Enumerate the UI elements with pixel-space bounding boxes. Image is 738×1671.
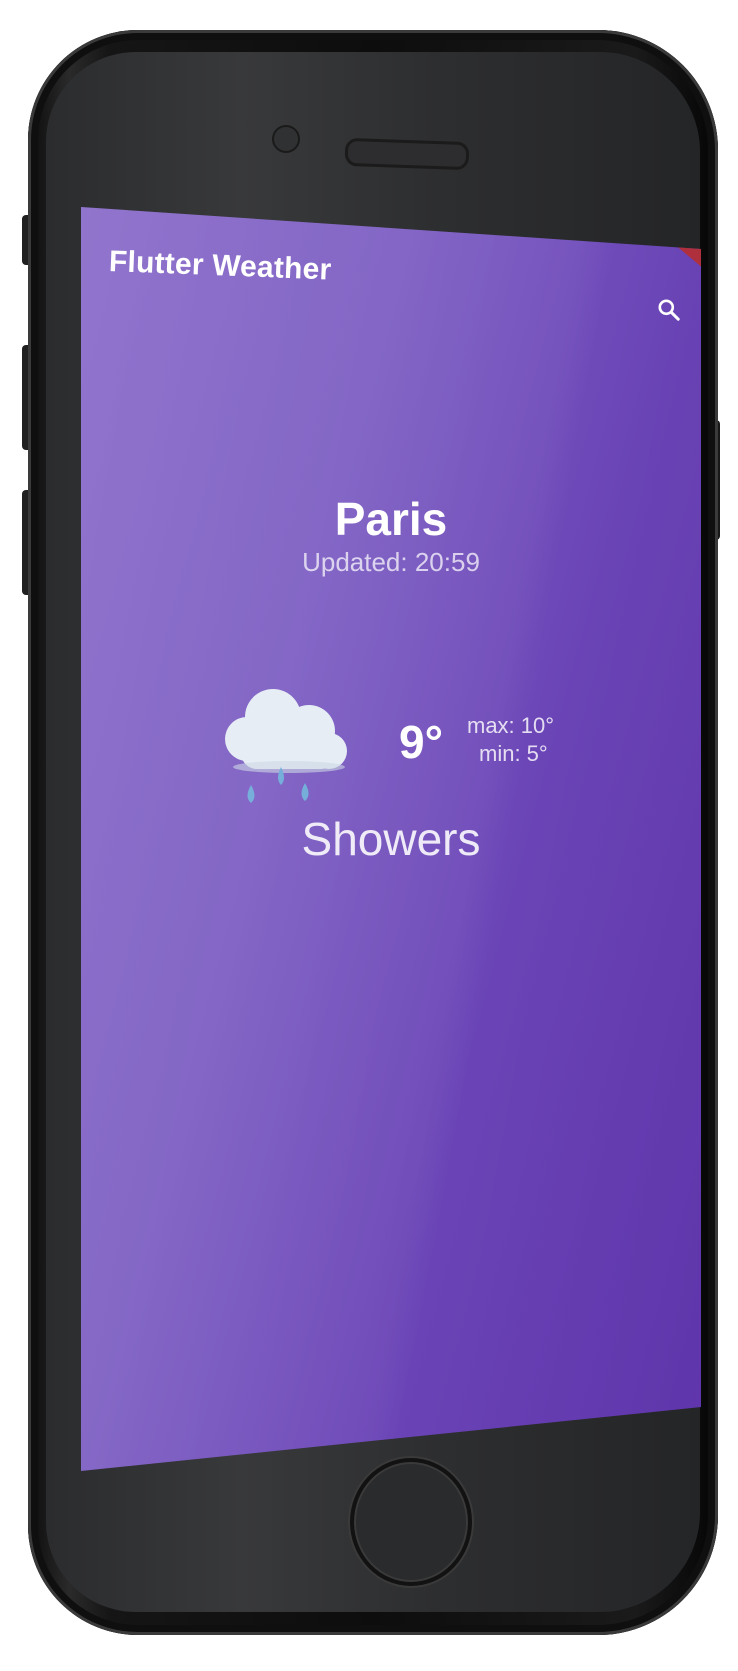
home-button[interactable] xyxy=(350,1458,472,1586)
last-updated-time: Updated: 20:59 xyxy=(302,547,480,577)
min-temperature: min: 5° xyxy=(479,741,548,766)
app-screen: Flutter Weather Paris Updated: 20:59 9° … xyxy=(81,207,701,1471)
search-icon xyxy=(658,299,680,321)
earpiece-speaker xyxy=(344,137,470,171)
current-temperature: 9° xyxy=(399,716,443,768)
app-bar-title: Flutter Weather xyxy=(108,245,332,287)
weather-condition: Showers xyxy=(301,813,481,865)
device-mockup: Flutter Weather Paris Updated: 20:59 9° … xyxy=(0,0,738,1671)
current-conditions: 9° max: 10° min: 5° xyxy=(221,687,581,827)
front-camera xyxy=(272,125,300,153)
rain-cloud-icon xyxy=(225,689,347,803)
city-name: Paris xyxy=(334,493,448,545)
search-button[interactable] xyxy=(652,293,686,327)
max-temperature: max: 10° xyxy=(467,713,555,738)
